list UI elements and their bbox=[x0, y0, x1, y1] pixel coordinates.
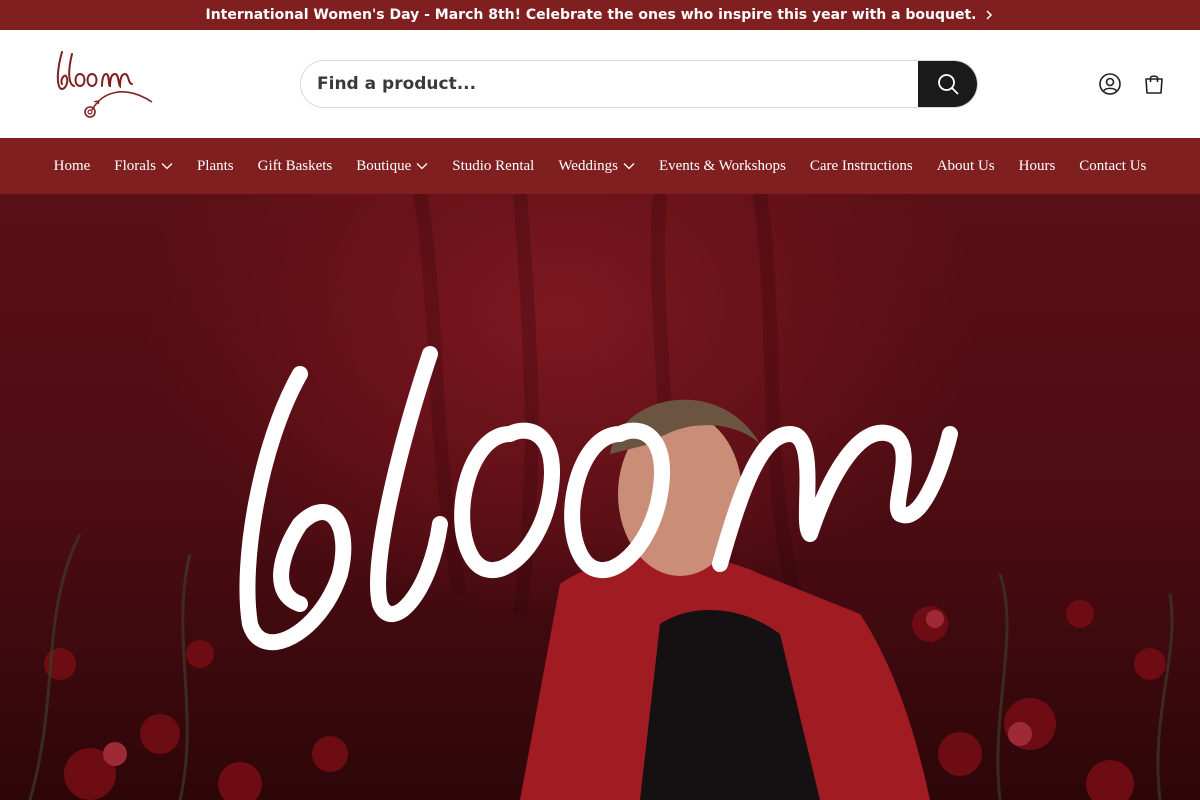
nav-item-events-workshops[interactable]: Events & Workshops bbox=[659, 158, 786, 175]
nav-item-plants[interactable]: Plants bbox=[197, 158, 234, 175]
nav-item-boutique[interactable]: Boutique bbox=[356, 158, 428, 175]
announcement-text: International Women's Day - March 8th! C… bbox=[205, 7, 977, 23]
chevron-down-icon bbox=[623, 163, 635, 170]
nav-item-florals[interactable]: Florals bbox=[114, 158, 173, 175]
search-button[interactable] bbox=[918, 61, 977, 107]
nav-item-about-us[interactable]: About Us bbox=[937, 158, 995, 175]
nav-item-gift-baskets[interactable]: Gift Baskets bbox=[258, 158, 333, 175]
search-bar bbox=[300, 60, 978, 108]
search-icon bbox=[937, 74, 958, 95]
chevron-right-icon bbox=[986, 10, 993, 20]
announcement-bar[interactable]: International Women's Day - March 8th! C… bbox=[0, 0, 1200, 30]
nav-item-contact-us[interactable]: Contact Us bbox=[1079, 158, 1146, 175]
nav-item-home[interactable]: Home bbox=[54, 158, 91, 175]
nav-item-care-instructions[interactable]: Care Instructions bbox=[810, 158, 913, 175]
nav-item-weddings[interactable]: Weddings bbox=[558, 158, 635, 175]
main-nav: Home Florals Plants Gift Baskets Boutiqu… bbox=[0, 138, 1200, 194]
site-header bbox=[0, 30, 1200, 138]
nav-item-studio-rental[interactable]: Studio Rental bbox=[452, 158, 534, 175]
chevron-down-icon bbox=[161, 163, 173, 170]
hero-banner: bloom bbox=[0, 194, 1200, 800]
cart-icon[interactable] bbox=[1142, 72, 1166, 96]
logo[interactable] bbox=[52, 44, 164, 124]
nav-item-hours[interactable]: Hours bbox=[1019, 158, 1056, 175]
chevron-down-icon bbox=[416, 163, 428, 170]
account-icon[interactable] bbox=[1098, 72, 1122, 96]
search-input[interactable] bbox=[301, 61, 918, 107]
hero-image bbox=[28, 194, 1174, 800]
